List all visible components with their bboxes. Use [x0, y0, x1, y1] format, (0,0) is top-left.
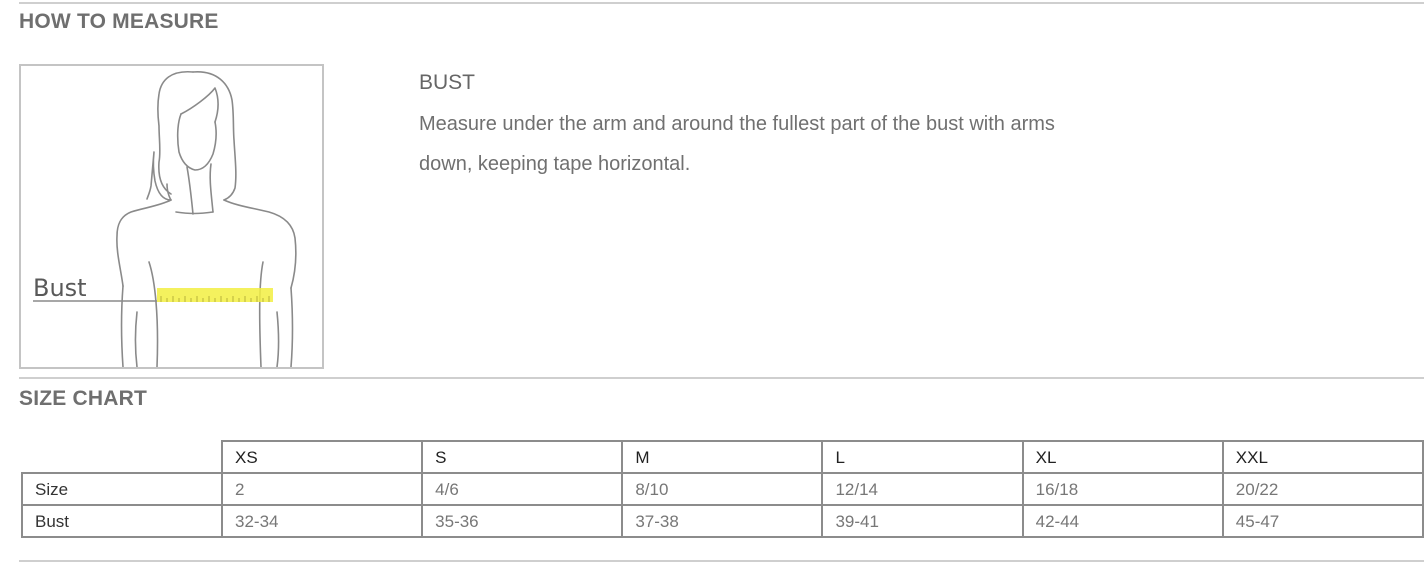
middle-divider — [19, 377, 1424, 379]
table-cell: 2 — [220, 472, 424, 506]
table-row: Bust 32-34 35-36 37-38 39-41 42-44 45-47 — [21, 504, 1424, 538]
table-cell: 16/18 — [1021, 472, 1224, 506]
table-cell: 32-34 — [220, 504, 424, 538]
table-cell: 45-47 — [1221, 504, 1424, 538]
table-cell: 8/10 — [621, 472, 824, 506]
column-header: XXL — [1221, 440, 1424, 474]
measure-heading: BUST — [419, 71, 476, 94]
how-to-measure-title: HOW TO MEASURE — [19, 10, 219, 33]
table-cell: 42-44 — [1021, 504, 1224, 538]
column-header: S — [421, 440, 624, 474]
table-row: Size 2 4/6 8/10 12/14 16/18 20/22 — [21, 472, 1424, 506]
column-header: M — [621, 440, 824, 474]
table-cell: 39-41 — [821, 504, 1024, 538]
bust-measure-illustration — [33, 70, 297, 367]
size-chart-table: XS S M L XL XXL Size 2 4/6 8/10 12/14 16… — [21, 440, 1424, 538]
table-cell: 4/6 — [421, 472, 624, 506]
table-cell: 12/14 — [821, 472, 1024, 506]
column-header: XS — [220, 440, 424, 474]
table-cell: 35-36 — [421, 504, 624, 538]
size-chart-title: SIZE CHART — [19, 387, 147, 410]
measure-instructions: Measure under the arm and around the ful… — [419, 113, 1055, 175]
measurement-diagram: Bust — [19, 64, 324, 369]
column-header: L — [821, 440, 1024, 474]
size-header-row: XS S M L XL XXL — [22, 440, 1424, 474]
top-divider — [19, 2, 1424, 4]
column-header: XL — [1021, 440, 1224, 474]
corner-cell — [22, 441, 223, 474]
bust-callout-label: Bust — [33, 274, 87, 302]
row-label: Bust — [21, 504, 223, 538]
table-cell: 37-38 — [621, 504, 824, 538]
row-label: Size — [21, 472, 223, 506]
table-cell: 20/22 — [1221, 472, 1424, 506]
